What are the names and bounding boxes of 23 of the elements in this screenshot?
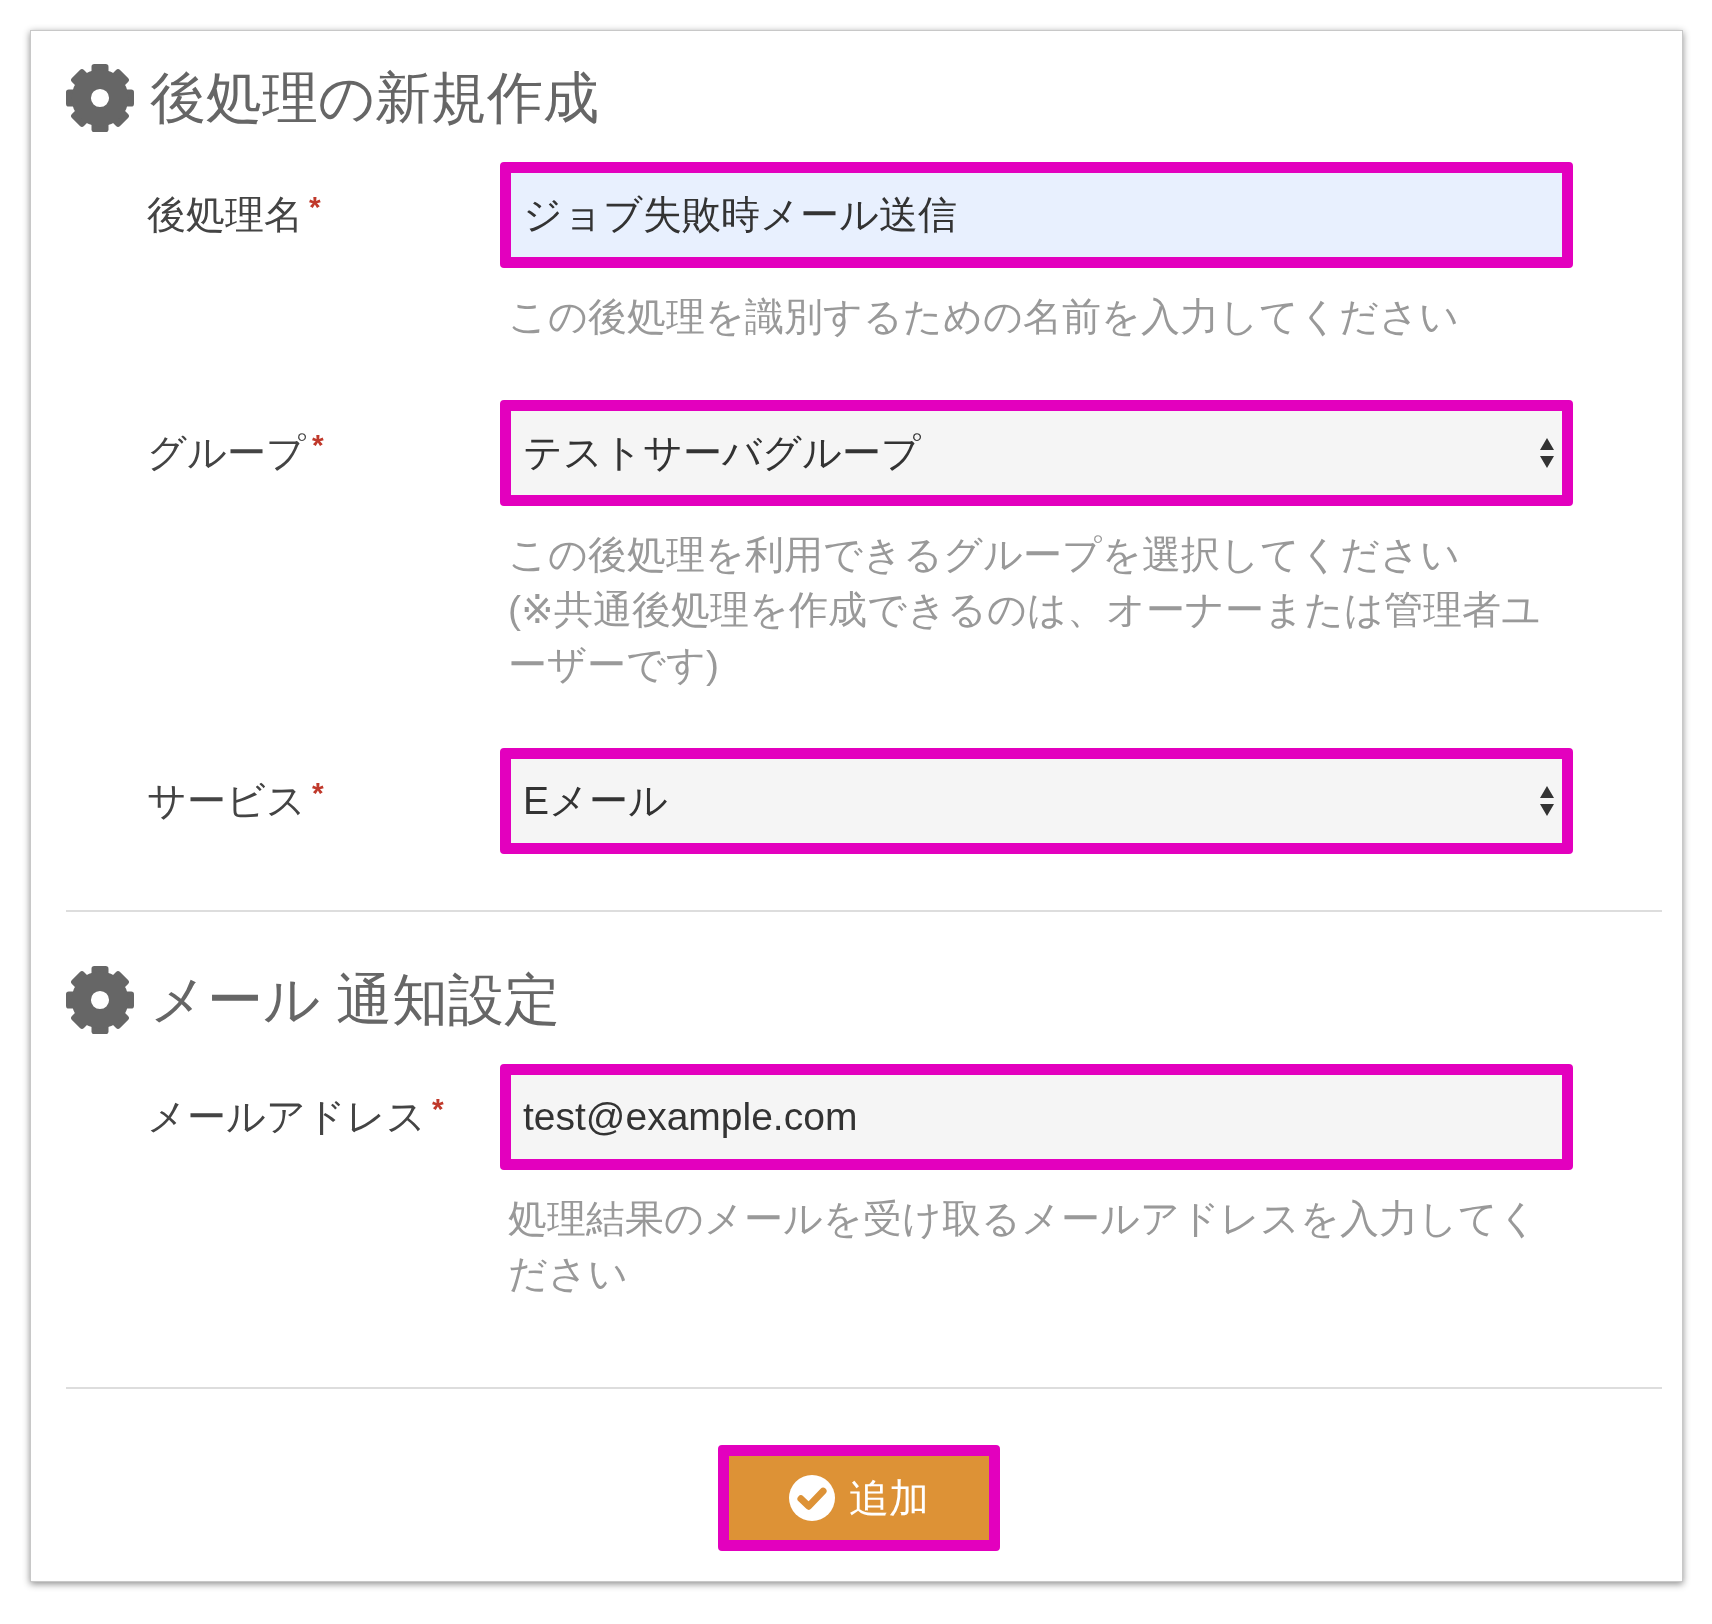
check-circle-icon xyxy=(788,1475,835,1521)
required-mark: * xyxy=(432,1092,444,1126)
help-text: この後処理を利用できるグループを選択してください xyxy=(507,532,1461,578)
gear-icon xyxy=(66,64,134,132)
text-input[interactable]: ジョブ失敗時メール送信 xyxy=(500,162,1573,268)
section-title: メール 通知設定 xyxy=(150,967,560,1033)
help-text: (※共通後処理を作成できるのは、オーナーまたは管理者ユーザーです) xyxy=(507,587,1542,688)
field-label: メールアドレス xyxy=(147,1094,426,1140)
help-text: この後処理を識別するための名前を入力してください xyxy=(507,294,1460,340)
required-mark: * xyxy=(312,776,324,810)
required-mark: * xyxy=(309,190,321,224)
field-label: 後処理名 xyxy=(147,192,303,238)
dropdown-select[interactable]: Eメール xyxy=(500,748,1573,854)
dropdown-select[interactable]: テストサーバグループ xyxy=(500,400,1573,506)
help-text: 処理結果のメールを受け取るメールアドレスを入力してください xyxy=(507,1196,1539,1297)
gear-icon xyxy=(66,966,134,1034)
required-mark: * xyxy=(312,428,324,462)
text-input[interactable]: test@example.com xyxy=(500,1064,1573,1170)
field-label: サービス xyxy=(147,778,306,824)
field-label: グループ xyxy=(147,430,306,476)
section-title: 後処理の新規作成 xyxy=(150,65,599,131)
sort-arrows-icon xyxy=(1540,786,1554,816)
sort-arrows-icon xyxy=(1540,438,1554,468)
